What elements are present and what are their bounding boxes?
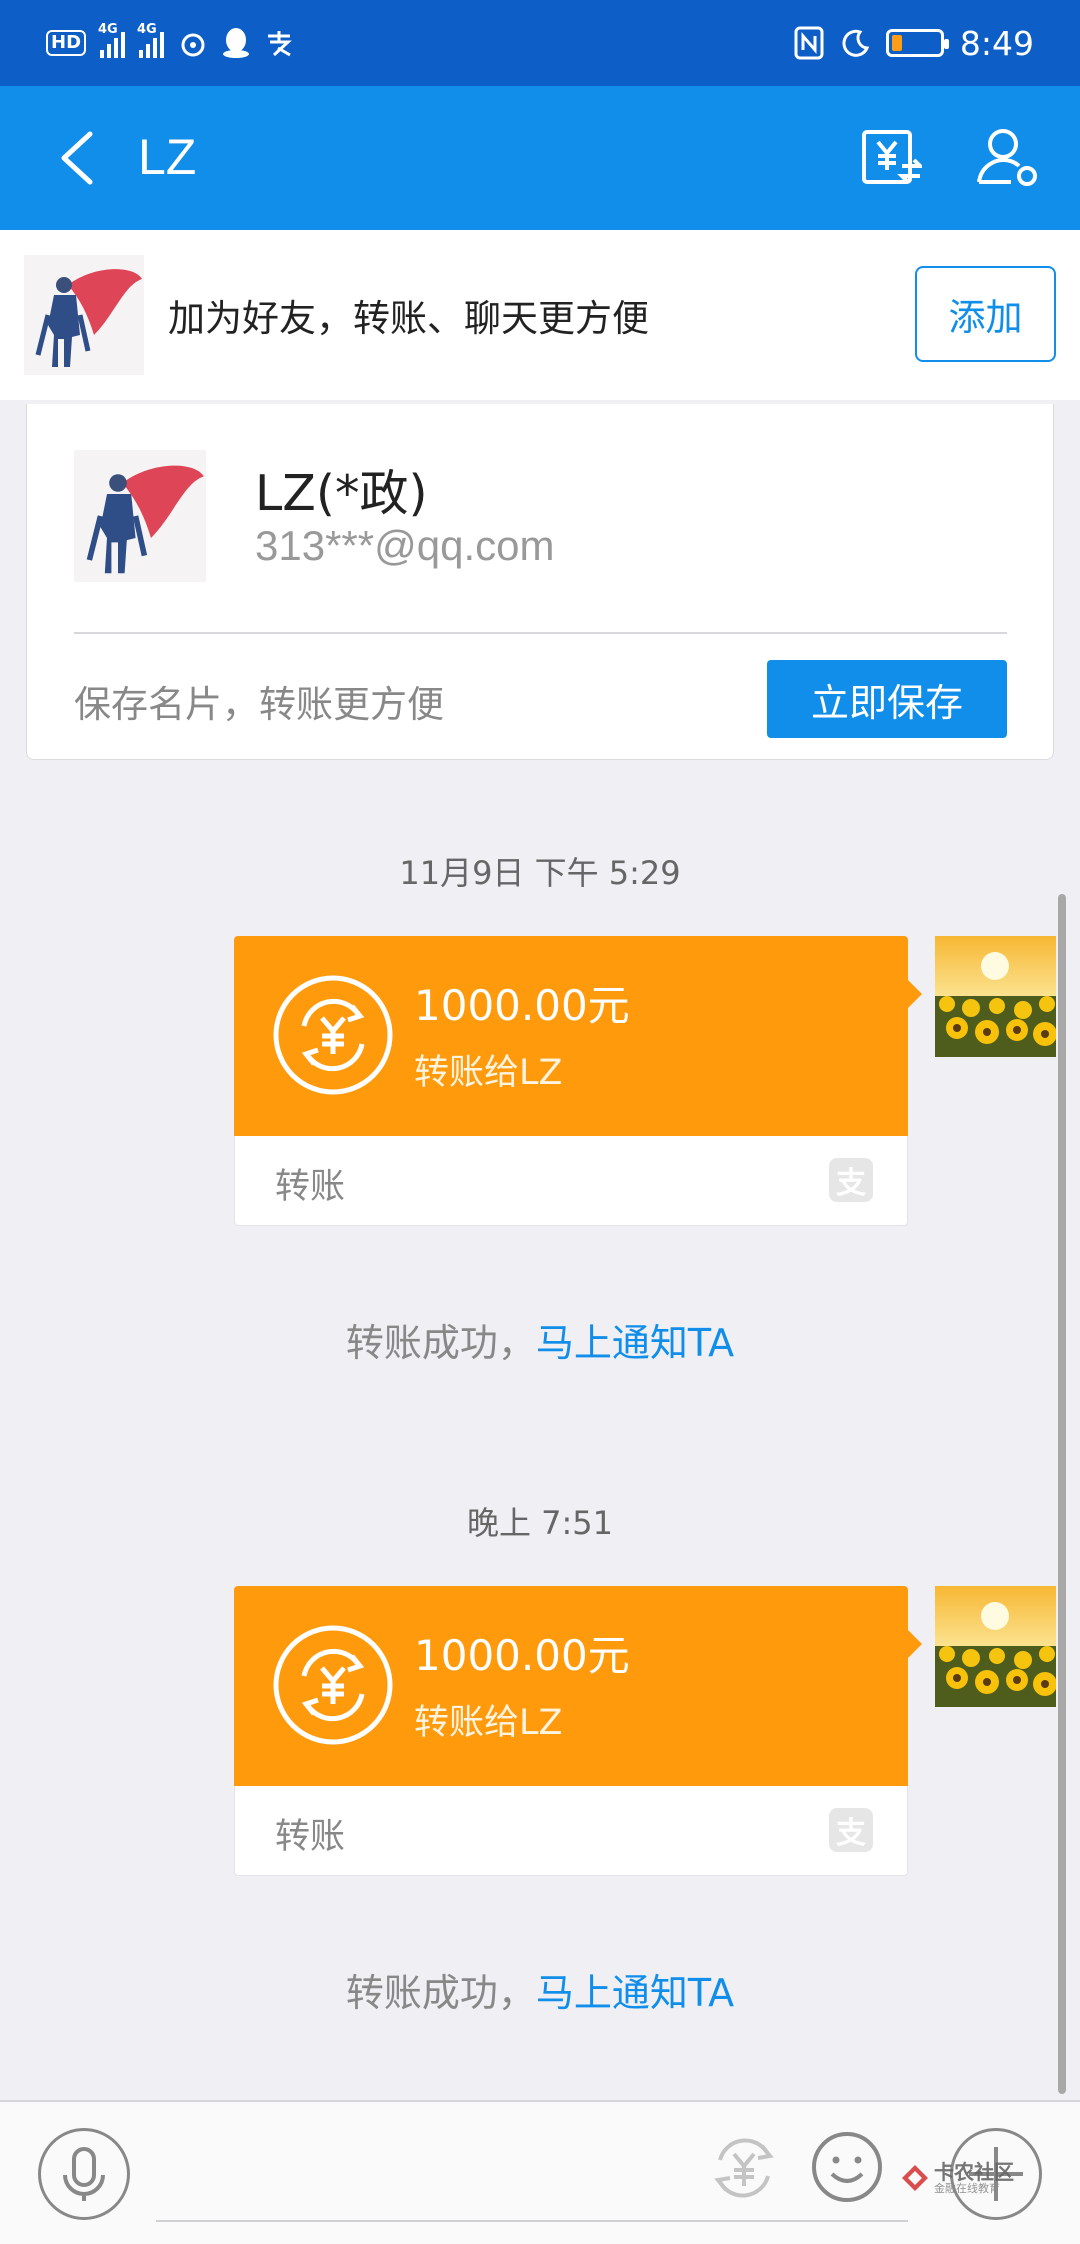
transfer-amount: 1000.00元	[414, 1631, 630, 1680]
transfer-recipient: 转账给LZ	[414, 1703, 563, 1743]
nfc-icon	[794, 26, 824, 60]
transfer-icon[interactable]	[860, 126, 922, 188]
alipay-icon	[268, 31, 292, 57]
add-friend-hint: 加为好友，转账、聊天更方便	[168, 297, 649, 340]
transfer-success-notice: 转账成功，马上通知TA	[0, 1962, 1080, 2017]
transfer-circle-icon	[273, 975, 393, 1095]
transfer-success-notice: 转账成功，马上通知TA	[0, 1312, 1080, 1367]
avatar	[74, 450, 206, 582]
page-title: LZ	[138, 129, 197, 185]
hd-voice-icon: HD	[46, 30, 87, 56]
avatar	[24, 255, 144, 375]
moon-icon	[842, 29, 870, 57]
clock: 8:49	[959, 23, 1034, 63]
notice-text: 转账成功，	[345, 1321, 536, 1365]
signal-icon: 4G	[98, 22, 126, 58]
add-friend-button[interactable]: 添加	[915, 266, 1056, 362]
avatar[interactable]	[935, 1586, 1056, 1707]
transfer-type-label: 转账	[275, 1167, 346, 1207]
contact-card: LZ(*政) 313***@qq.com 保存名片，转账更方便 立即保存	[26, 404, 1054, 760]
transfer-bubble-footer: 转账 支	[234, 1786, 908, 1876]
input-bar: 卡农社区 金融在线教育	[0, 2100, 1080, 2244]
alipay-logo-icon: 支	[829, 1808, 873, 1852]
profile-settings-icon[interactable]	[975, 126, 1039, 188]
contact-email: 313***@qq.com	[255, 522, 555, 569]
transfer-bubble-header: 1000.00元 转账给LZ	[234, 1586, 922, 1786]
transfer-bubble-footer: 转账 支	[234, 1136, 908, 1226]
transfer-amount: 1000.00元	[414, 981, 630, 1030]
contact-name: LZ(*政)	[255, 465, 428, 522]
watermark-title: 卡农社区	[934, 2159, 1014, 2184]
qq-icon	[223, 28, 250, 58]
microphone-icon	[63, 2147, 105, 2201]
emoji-icon[interactable]	[810, 2130, 884, 2204]
nav-bar: LZ	[0, 86, 1080, 230]
message-timestamp: 晚上 7:51	[466, 1504, 614, 1542]
notice-text: 转账成功，	[345, 1971, 536, 2015]
divider	[74, 632, 1007, 634]
message-input[interactable]	[156, 2220, 908, 2222]
status-right: 8:49	[794, 20, 1034, 66]
status-left: HD 4G 4G	[46, 22, 294, 64]
voice-button[interactable]	[38, 2128, 130, 2220]
save-card-hint: 保存名片，转账更方便	[74, 683, 444, 726]
notify-link[interactable]: 马上通知TA	[536, 1321, 734, 1365]
save-card-button[interactable]: 立即保存	[767, 660, 1007, 738]
avatar[interactable]	[935, 936, 1056, 1057]
battery-icon	[885, 29, 949, 57]
transfer-circle-icon	[273, 1625, 393, 1745]
transfer-bubble[interactable]: 1000.00元 转账给LZ 转账 支	[234, 1586, 922, 1876]
watermark-logo-icon	[902, 2165, 928, 2191]
transfer-bubble[interactable]: 1000.00元 转账给LZ 转账 支	[234, 936, 922, 1226]
watermark: 卡农社区 金融在线教育	[900, 2152, 1030, 2204]
transfer-bubble-header: 1000.00元 转账给LZ	[234, 936, 922, 1136]
signal-icon: 4G	[137, 22, 165, 58]
transfer-type-label: 转账	[275, 1817, 346, 1857]
notify-link[interactable]: 马上通知TA	[536, 1971, 734, 2015]
watermark-subtitle: 金融在线教育	[934, 2181, 1000, 2195]
scrollbar[interactable]	[1058, 894, 1066, 2094]
add-friend-banner: 加为好友，转账、聊天更方便 添加	[0, 230, 1080, 400]
message-timestamp: 11月9日 下午 5:29	[399, 854, 681, 892]
transfer-recipient: 转账给LZ	[414, 1053, 563, 1093]
back-icon[interactable]	[52, 126, 100, 190]
weibo-icon	[181, 33, 205, 57]
status-bar: HD 4G 4G 8:49	[0, 0, 1080, 86]
alipay-logo-icon: 支	[829, 1158, 873, 1202]
yuan-transfer-icon[interactable]	[706, 2130, 782, 2206]
